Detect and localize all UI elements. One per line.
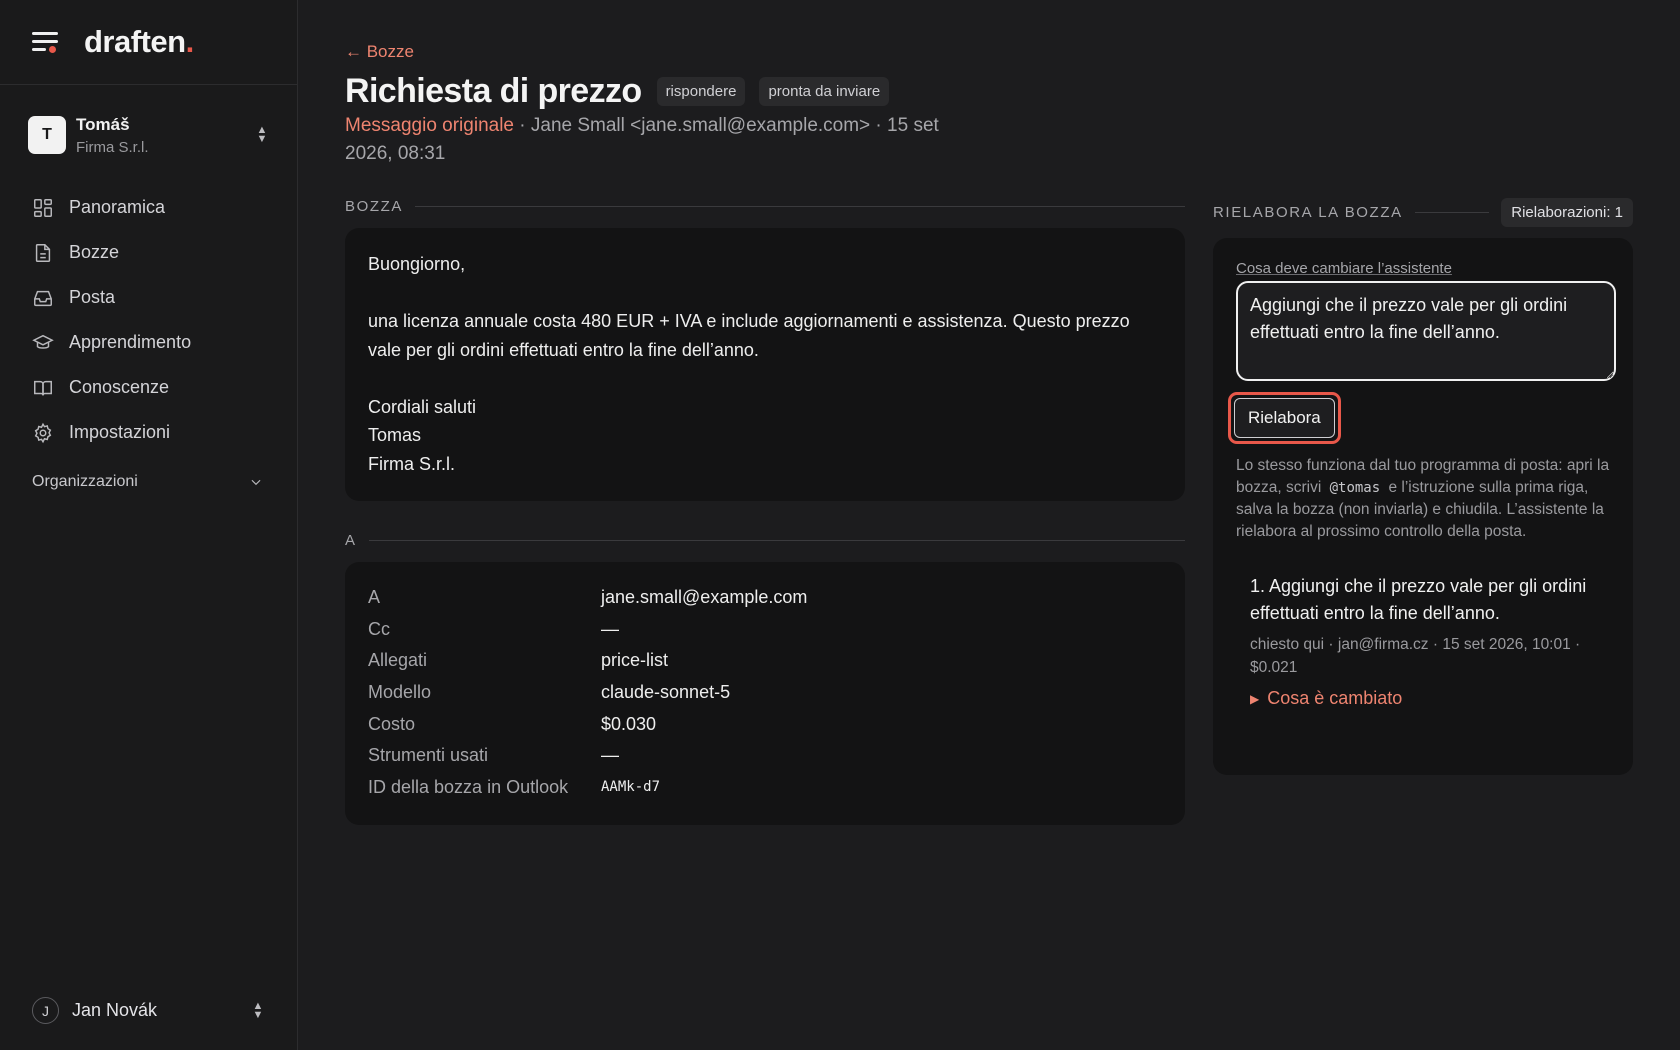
status-badge: rispondere [656, 77, 746, 106]
what-changed-toggle[interactable]: ▶ Cosa è cambiato [1250, 688, 1610, 709]
title-row: Richiesta di prezzo rispondere pronta da… [345, 72, 903, 111]
back-link[interactable]: ← Bozze [345, 42, 414, 62]
original-message-link[interactable]: Messaggio originale [345, 115, 514, 136]
sidebar-item-panoramica[interactable]: Panoramica [32, 185, 297, 230]
detail-key: Strumenti usati [368, 745, 489, 766]
detail-key: A [368, 587, 381, 608]
divider [368, 540, 1185, 541]
sidebar-item-label: Impostazioni [69, 422, 171, 442]
detail-key: Costo [368, 713, 416, 734]
status-badge: pronta da inviare [759, 77, 890, 106]
draft-paragraph: Buongiorno, [368, 254, 466, 274]
sidebar-item-posta[interactable]: Posta [32, 275, 297, 320]
sidebar-item-label: Posta [69, 287, 116, 307]
message-meta: Messaggio originale · Jane Small <jane.s… [345, 112, 985, 168]
draft-section-header: BOZZA [345, 198, 1185, 215]
sidebar-nav: Panoramica Bozze Posta Apprendimento Con… [0, 185, 297, 455]
triangle-right-icon: ▶ [1250, 691, 1260, 706]
sidebar-item-label: Conoscenze [69, 377, 170, 397]
history-item-meta: chiesto qui · jan@firma.cz · 15 set 2026… [1250, 636, 1581, 676]
document-icon [35, 243, 51, 262]
detail-value: jane.small@example.com [601, 587, 808, 608]
detail-row: Strumenti usati — [368, 740, 1162, 772]
draft-body: Buongiorno, una licenza annuale costa 48… [345, 228, 1185, 501]
detail-row: Costo $0.030 [368, 708, 1162, 740]
inbox-icon [34, 290, 52, 306]
chevron-up-down-icon: ▲ ▼ [256, 124, 268, 145]
sidebar: draften. T Tomáš Firma S.r.l. ▲ ▼ Panoram… [0, 0, 298, 1050]
org-switcher[interactable]: T Tomáš Firma S.r.l. ▲ ▼ [0, 85, 297, 185]
rework-hint: Lo stesso funziona dal tuo programma di … [1236, 455, 1610, 543]
detail-value: $0.030 [601, 713, 657, 734]
page-title: Richiesta di prezzo [345, 72, 642, 110]
org-name: Tomáš [76, 114, 130, 134]
sidebar-item-conoscenze[interactable]: Conoscenze [32, 365, 297, 410]
section-label: BOZZA [345, 198, 404, 215]
detail-value: AAMk-d7 [601, 779, 661, 796]
chevron-up-down-icon: ▲ ▼ [252, 999, 264, 1021]
detail-value: claude-sonnet-5 [601, 682, 731, 703]
recipients-card: Ajane.small@example.com Cc — Allegati pric… [345, 562, 1185, 825]
detail-value: — [601, 745, 619, 766]
sidebar-item-label: Bozze [69, 242, 120, 262]
graduation-cap-icon [32, 334, 54, 349]
menu-icon[interactable] [32, 30, 60, 54]
draft-line: Cordiali saluti [368, 396, 477, 417]
detail-value: — [601, 618, 619, 639]
organizations-label: Organizzazioni [32, 473, 138, 490]
organizations-toggle[interactable]: Organizzazioni [0, 467, 297, 497]
instruction-textarea[interactable]: Aggiungi che il prezzo vale per gli ordi… [1236, 281, 1616, 381]
section-label: RIELABORA LA BOZZA [1213, 204, 1403, 221]
detail-row: Allegati price-list [368, 645, 1162, 677]
section-label: A [345, 532, 357, 549]
history-item-text: 1. Aggiungi che il prezzo vale per gli o… [1250, 576, 1587, 623]
logo[interactable]: draften. [84, 24, 194, 60]
detail-row: Ajane.small@example.com [368, 582, 1162, 614]
sidebar-item-label: Panoramica [69, 197, 166, 217]
hint-code: @tomas [1329, 480, 1381, 496]
user-name: Jan Novák [72, 1000, 158, 1020]
org-company: Firma S.r.l. [76, 138, 149, 156]
brand-header: draften. [0, 0, 297, 85]
divider [415, 206, 1185, 207]
detail-value: price-list [601, 650, 669, 671]
rework-count-badge: Rielaborazioni: 1 [1501, 198, 1633, 227]
what-changed-label: Cosa è cambiato [1267, 688, 1403, 708]
chevron-down-icon [251, 479, 261, 486]
grid-icon [34, 198, 52, 217]
detail-key: Cc [368, 618, 390, 639]
gear-icon [34, 422, 52, 443]
sidebar-item-apprendimento[interactable]: Apprendimento [32, 320, 297, 365]
instruction-label: Cosa deve cambiare l’assistente [1236, 260, 1452, 277]
book-icon [34, 380, 52, 395]
detail-row: Modello claude-sonnet-5 [368, 677, 1162, 709]
rework-button[interactable]: Rielabora [1234, 398, 1335, 438]
org-avatar: T [28, 116, 66, 154]
rework-panel: Cosa deve cambiare l’assistente Aggiungi… [1213, 238, 1633, 775]
draft-paragraph: una licenza annuale costa 480 EUR + IVA … [368, 311, 1130, 360]
detail-row: Cc — [368, 614, 1162, 646]
draft-line: Firma S.r.l. [368, 453, 456, 474]
rework-history: 1. Aggiungi che il prezzo vale per gli o… [1236, 573, 1610, 709]
rework-button-focus-ring: Rielabora [1228, 392, 1341, 444]
avatar: J [32, 997, 59, 1024]
sidebar-item-bozze[interactable]: Bozze [32, 230, 297, 275]
detail-row: ID della bozza in Outlook AAMk-d7 [368, 772, 1162, 804]
draft-line: Tomas [368, 425, 422, 445]
detail-key: ID della bozza in Outlook [368, 776, 569, 797]
detail-key: Modello [368, 682, 432, 703]
recipients-section-header: A [345, 532, 1185, 549]
user-menu[interactable]: J Jan Novák ▲ ▼ [32, 997, 265, 1024]
divider [1414, 212, 1490, 213]
detail-key: Allegati [368, 650, 428, 671]
sidebar-item-impostazioni[interactable]: Impostazioni [32, 410, 297, 455]
rework-section-header: RIELABORA LA BOZZA Rielaborazioni: 1 [1213, 198, 1633, 227]
sidebar-item-label: Apprendimento [69, 332, 192, 352]
